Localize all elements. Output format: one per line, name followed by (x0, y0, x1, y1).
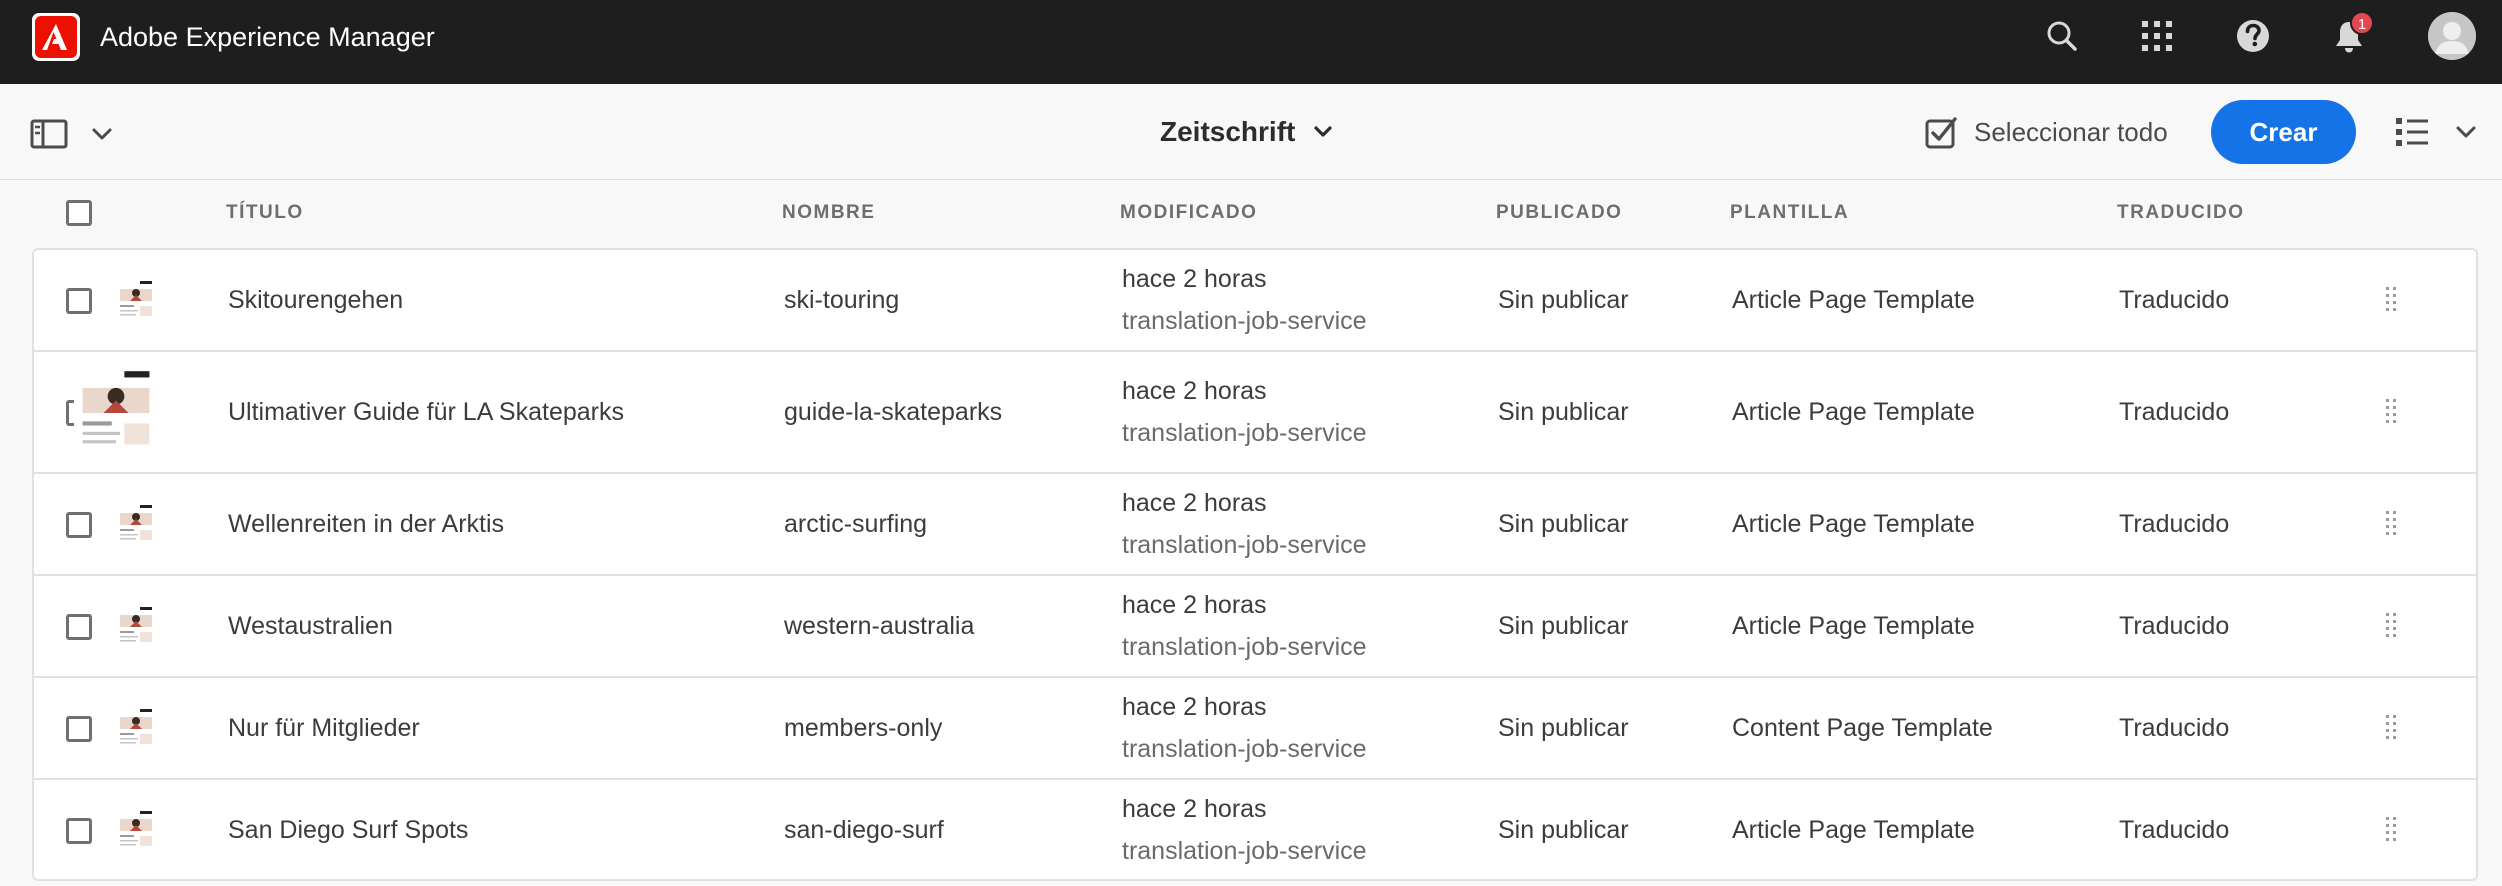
row-checkbox[interactable] (66, 512, 92, 538)
list-view-icon (2396, 118, 2476, 146)
row-modified-time: hace 2 horas (1122, 794, 1267, 823)
folder-title: Zeitschrift (1160, 116, 1296, 147)
column-header-translated[interactable]: TRADUCIDO (2117, 202, 2245, 224)
row-modified-by: translation-job-service (1122, 531, 1367, 559)
row-published-status: Sin publicar (1498, 714, 1629, 742)
table-row[interactable]: Wellenreiten in der Arktis arctic-surfing… (34, 474, 2476, 576)
row-translated-status: Traducido (2119, 815, 2230, 844)
rail-toggle-button[interactable] (30, 114, 120, 154)
page-thumbnail[interactable] (114, 808, 158, 853)
page-thumbnail[interactable] (114, 605, 158, 649)
column-header-name[interactable]: NOMBRE (782, 202, 875, 224)
folder-title-dropdown[interactable]: Zeitschrift (1160, 112, 1335, 152)
row-modified-by: translation-job-service (1122, 419, 1367, 447)
row-translated-status: Traducido (2119, 714, 2230, 742)
table-row[interactable]: Skitourengehen ski-touring Sin publicar Art… (34, 250, 2476, 352)
row-title[interactable]: San Diego Surf Spots (228, 816, 468, 845)
row-published-status: Sin publicar (1498, 398, 1629, 426)
row-modified-by: translation-job-service (1122, 307, 1367, 335)
row-checkbox[interactable] (66, 614, 92, 640)
row-template: Article Page Template (1732, 286, 1975, 314)
table-body: Skitourengehen ski-touring Sin publicar Art… (32, 248, 2478, 881)
chevron-down-icon (1314, 126, 1332, 137)
column-header-published[interactable]: PUBLICADO (1496, 202, 1622, 224)
row-modified-time: hace 2 horas (1122, 693, 1267, 721)
row-translated-status: Traducido (2119, 286, 2230, 314)
row-translated-status: Traducido (2119, 398, 2230, 426)
page-thumbnail[interactable] (74, 367, 158, 459)
column-header-template[interactable]: PLANTILLA (1730, 202, 1849, 224)
row-modified-by: translation-job-service (1122, 836, 1367, 865)
table-header: TÍTULO NOMBRE MODIFICADO PUBLICADO PLANT… (0, 180, 2502, 248)
table-row[interactable]: Nur für Mitglieder members-only Sin public… (34, 678, 2476, 780)
view-switcher-button[interactable] (2394, 112, 2484, 152)
row-template: Article Page Template (1732, 510, 1975, 538)
action-bar: Zeitschrift Seleccionar todo Crear (0, 84, 2502, 180)
app-title[interactable]: Adobe Experience Manager (100, 20, 435, 54)
row-template: Article Page Template (1732, 612, 1975, 640)
row-modified-time: hace 2 horas (1122, 489, 1267, 517)
row-title[interactable]: Westaustralien (228, 612, 393, 641)
row-title[interactable]: Ultimativer Guide für LA Skateparks (228, 398, 624, 427)
row-checkbox[interactable] (66, 288, 92, 314)
row-title[interactable]: Nur für Mitglieder (228, 714, 420, 743)
page-thumbnail[interactable] (114, 503, 158, 547)
row-title[interactable]: Wellenreiten in der Arktis (228, 510, 504, 539)
row-template: Content Page Template (1732, 714, 1993, 742)
select-all-button[interactable]: Seleccionar todo (1924, 112, 2168, 152)
drag-handle-icon[interactable] (2384, 286, 2398, 316)
row-name: arctic-surfing (784, 510, 928, 538)
row-template: Article Page Template (1732, 815, 1975, 844)
drag-handle-icon[interactable] (2384, 510, 2398, 540)
apps-grid-icon[interactable] (2137, 16, 2177, 56)
row-modified-by: translation-job-service (1122, 633, 1367, 661)
row-checkbox[interactable] (66, 716, 92, 742)
drag-handle-icon[interactable] (2384, 714, 2398, 744)
column-header-modified[interactable]: MODIFICADO (1120, 202, 1257, 224)
page-thumbnail[interactable] (114, 279, 158, 323)
row-published-status: Sin publicar (1498, 510, 1629, 538)
select-all-label: Seleccionar todo (1974, 116, 2168, 147)
drag-handle-icon[interactable] (2384, 398, 2398, 428)
select-all-checkbox[interactable] (66, 200, 92, 226)
row-checkbox[interactable] (66, 817, 92, 844)
drag-handle-icon[interactable] (2384, 612, 2398, 642)
row-name: guide-la-skateparks (784, 398, 1003, 426)
row-template: Article Page Template (1732, 398, 1975, 426)
row-name: members-only (784, 714, 943, 742)
row-name: ski-touring (784, 286, 900, 314)
row-title[interactable]: Skitourengehen (228, 286, 403, 315)
table-row[interactable]: San Diego Surf Spots san-diego-surf Sin pu… (34, 780, 2476, 879)
rail-icon (30, 119, 112, 149)
row-name: san-diego-surf (784, 815, 944, 844)
row-translated-status: Traducido (2119, 612, 2230, 640)
help-icon[interactable] (2233, 16, 2273, 56)
row-published-status: Sin publicar (1498, 612, 1629, 640)
search-icon[interactable] (2042, 16, 2082, 56)
adobe-logo[interactable] (32, 13, 80, 61)
row-modified-time: hace 2 horas (1122, 265, 1267, 293)
row-published-status: Sin publicar (1498, 815, 1629, 844)
select-all-icon (1925, 117, 1957, 149)
user-avatar[interactable] (2428, 12, 2476, 60)
row-modified-time: hace 2 horas (1122, 377, 1267, 405)
drag-handle-icon[interactable] (2384, 816, 2398, 846)
shell-header: Adobe Experience Manager 1 (0, 0, 2502, 84)
row-modified-time: hace 2 horas (1122, 591, 1267, 619)
table-row[interactable]: Ultimativer Guide für LA Skateparks guide… (34, 352, 2476, 474)
column-header-title[interactable]: TÍTULO (226, 202, 304, 224)
table-row[interactable]: Westaustralien western-australia Sin publi… (34, 576, 2476, 678)
row-translated-status: Traducido (2119, 510, 2230, 538)
row-name: western-australia (784, 612, 975, 640)
notification-badge: 1 (2350, 11, 2374, 35)
row-published-status: Sin publicar (1498, 286, 1629, 314)
create-button[interactable]: Crear (2211, 100, 2356, 164)
row-modified-by: translation-job-service (1122, 735, 1367, 763)
page-thumbnail[interactable] (114, 707, 158, 751)
